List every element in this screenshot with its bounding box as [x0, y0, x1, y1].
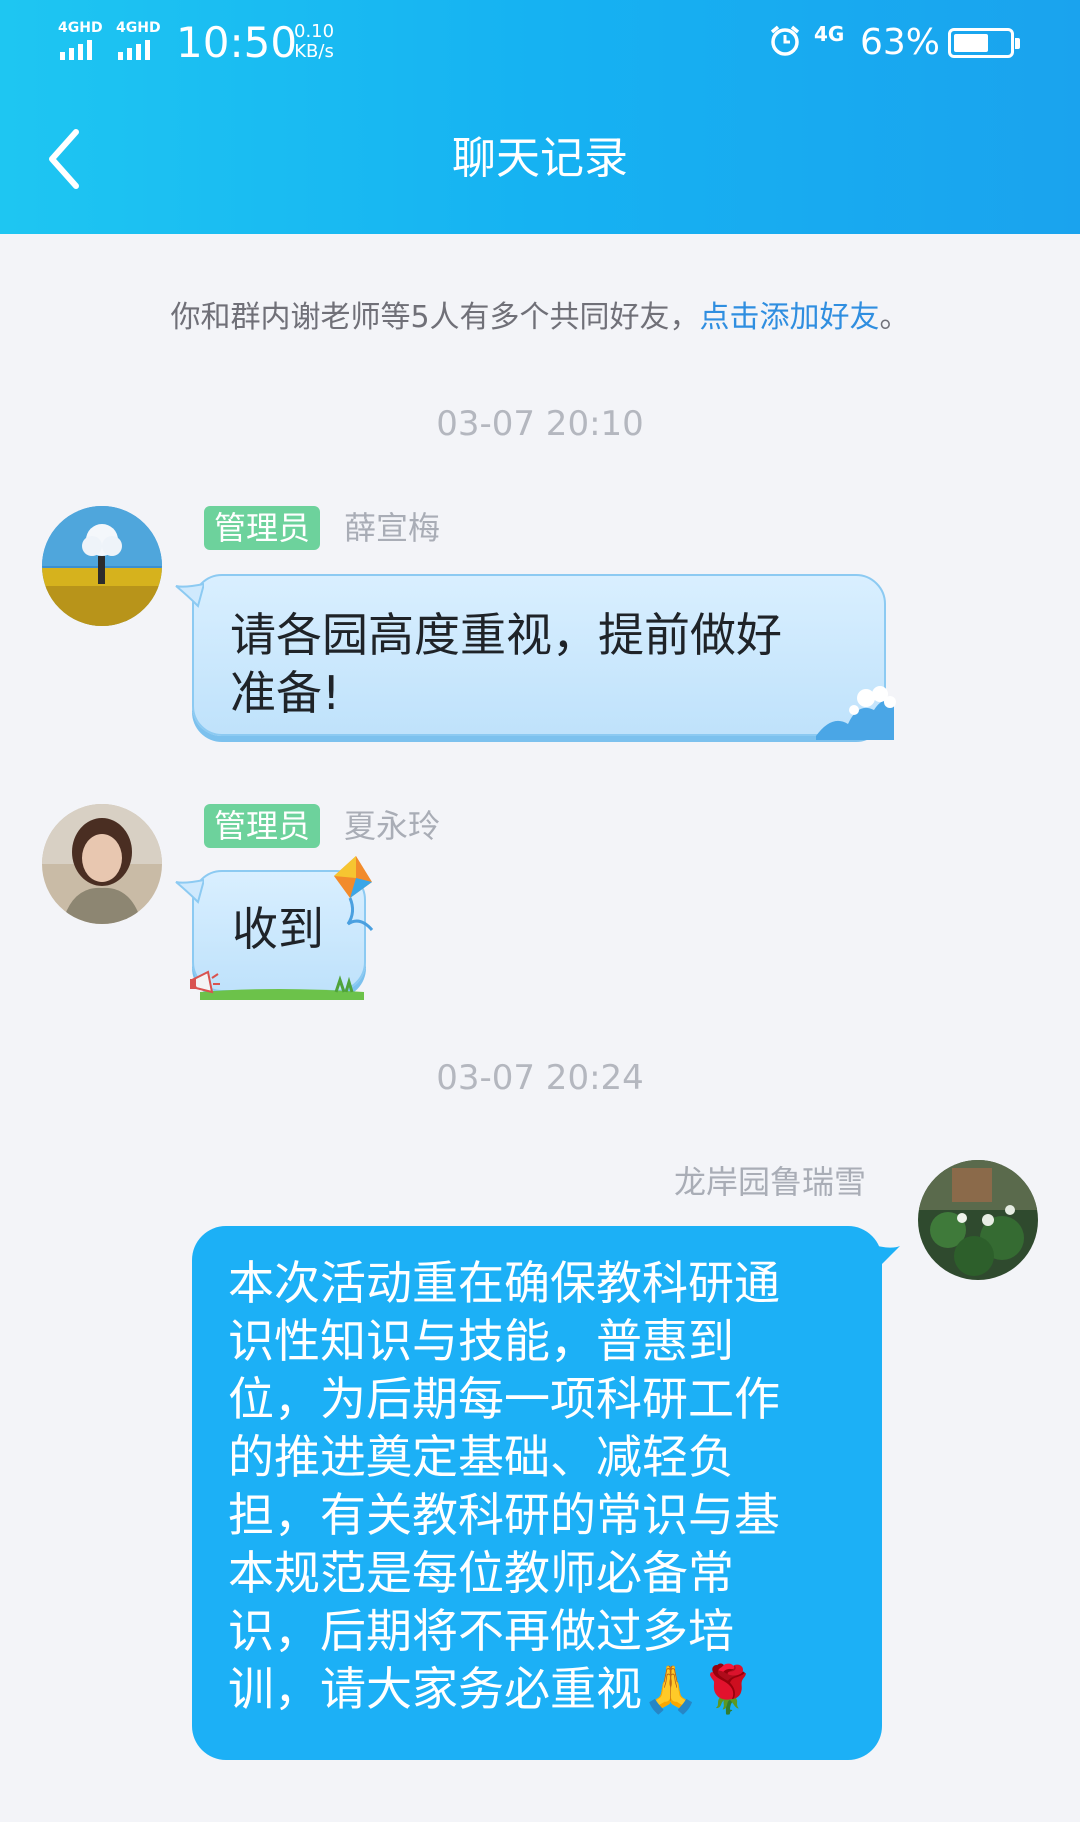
message-text: 请各园高度重视，提前做好 准备!	[230, 608, 782, 720]
add-friend-link[interactable]: 点击添加好友	[700, 300, 880, 335]
megaphone-decoration-icon	[190, 970, 220, 994]
admin-badge: 管理员	[204, 506, 321, 550]
avatar[interactable]	[42, 804, 162, 924]
avatar[interactable]	[918, 1160, 1038, 1280]
bubble-tail	[870, 1244, 900, 1270]
timestamp: 03-07 20:24	[436, 1058, 644, 1098]
wave-decoration-icon	[816, 686, 896, 740]
message-bubble[interactable]: 请各园高度重视，提前做好 准备!	[192, 574, 886, 736]
avatar-image-field	[42, 506, 162, 626]
sim1-label: 4GHD	[58, 20, 103, 36]
battery-percent: 63%	[860, 22, 941, 63]
bubble-tail	[175, 582, 204, 608]
sender-name[interactable]: 龙岸园鲁瑞雪	[674, 1160, 866, 1204]
notice-suffix: 。	[879, 300, 910, 335]
mutual-friends-notice: 你和群内谢老师等5人有多个共同好友，点击添加好友。	[0, 296, 1080, 340]
signal-sim2-icon: 4GHD	[116, 20, 168, 60]
clock: 10:50	[176, 18, 298, 67]
avatar[interactable]	[42, 506, 162, 626]
battery-fill	[954, 34, 988, 52]
network-speed-unit: KB/s	[294, 41, 334, 62]
timestamp: 03-07 20:10	[436, 404, 644, 444]
network-speed-value: 0.10	[294, 21, 335, 42]
status-bar: 4GHD 4GHD 10:50 0.10 KB/s 4G 63%	[0, 0, 1080, 90]
avatar-image-field	[918, 1160, 1038, 1280]
message-bubble[interactable]: 本次活动重在确保教科研通 识性知识与技能，普惠到 位，为后期每一项科研工作 的推…	[192, 1226, 882, 1760]
network-speed: 0.10 KB/s	[294, 22, 334, 62]
sender-name[interactable]: 薛宣梅	[344, 506, 440, 550]
sim2-label: 4GHD	[116, 20, 161, 36]
kite-decoration-icon	[334, 856, 374, 932]
bubble-tail	[175, 878, 204, 904]
message-text: 本次活动重在确保教科研通 识性知识与技能，普惠到 位，为后期每一项科研工作 的推…	[228, 1256, 780, 1716]
page-title: 聊天记录	[452, 133, 628, 184]
network-type: 4G	[814, 22, 845, 46]
alarm-clock-icon	[770, 25, 800, 56]
admin-badge: 管理员	[204, 804, 321, 848]
battery-icon	[948, 28, 1020, 58]
sender-name[interactable]: 夏永玲	[344, 804, 440, 848]
avatar-image-field	[42, 804, 162, 924]
signal-sim1-icon: 4GHD	[58, 20, 110, 60]
notice-text: 你和群内谢老师等5人有多个共同好友，	[170, 300, 700, 335]
top-bar: 4GHD 4GHD 10:50 0.10 KB/s 4G 63% 聊天记录	[0, 0, 1080, 234]
